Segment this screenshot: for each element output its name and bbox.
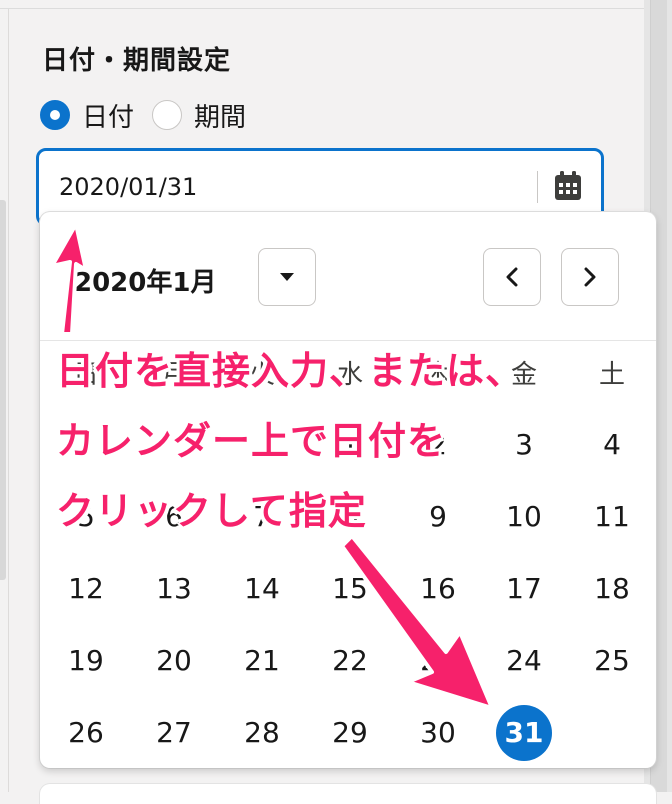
calendar-day[interactable]: 21	[230, 636, 294, 686]
previous-month-button[interactable]	[483, 248, 541, 306]
calendar-day[interactable]: 23	[406, 636, 470, 686]
radio-date-label[interactable]: 日付	[82, 97, 134, 134]
calendar-day[interactable]: 17	[492, 564, 556, 614]
calendar-day[interactable]: 24	[492, 636, 556, 686]
calendar-day[interactable]: 12	[54, 564, 118, 614]
calendar-day[interactable]: 28	[230, 708, 294, 758]
calendar-day[interactable]: 3	[492, 420, 556, 470]
date-input-value[interactable]: 2020/01/31	[59, 173, 197, 201]
calendar-day[interactable]: 16	[406, 564, 470, 614]
annotation-line-1: 日付を直接入力、または、	[56, 349, 525, 393]
calendar-day[interactable]: 27	[142, 708, 206, 758]
annotation-line-3: クリックして指定	[56, 489, 367, 533]
background-card-edge	[0, 200, 6, 580]
calendar-day-selected[interactable]: 31	[496, 705, 552, 761]
next-month-button[interactable]	[561, 248, 619, 306]
calendar-day[interactable]: 20	[142, 636, 206, 686]
calendar-day[interactable]: 26	[54, 708, 118, 758]
calendar-day[interactable]: 11	[580, 492, 644, 542]
annotation-line-2: カレンダー上で日付を	[56, 419, 447, 463]
calendar-day[interactable]: 13	[142, 564, 206, 614]
calendar-day[interactable]: 14	[230, 564, 294, 614]
chevron-left-icon	[506, 267, 518, 287]
calendar-day[interactable]: 15	[318, 564, 382, 614]
chevron-right-icon	[584, 267, 596, 287]
calendar-day[interactable]: 18	[580, 564, 644, 614]
calendar-day[interactable]: 19	[54, 636, 118, 686]
calendar-icon[interactable]	[553, 170, 583, 206]
caret-down-icon	[280, 273, 294, 281]
section-title: 日付・期間設定	[42, 46, 232, 76]
input-divider	[537, 171, 538, 203]
radio-date[interactable]	[40, 100, 70, 130]
mode-radio-group: 日付 期間	[40, 95, 264, 135]
calendar-day[interactable]: 10	[492, 492, 556, 542]
calendar-day[interactable]: 22	[318, 636, 382, 686]
calendar-day[interactable]: 30	[406, 708, 470, 758]
calendar-day[interactable]: 4	[580, 420, 644, 470]
calendar-day[interactable]: 9	[406, 492, 470, 542]
month-picker-button[interactable]	[258, 248, 316, 306]
calendar-day[interactable]: 25	[580, 636, 644, 686]
calendar-day[interactable]: 29	[318, 708, 382, 758]
radio-period[interactable]	[152, 100, 183, 130]
month-year-label: 2020年1月	[74, 268, 217, 298]
weekday-sat: 土	[598, 360, 625, 390]
radio-period-label[interactable]: 期間	[194, 97, 246, 134]
next-section-card	[40, 784, 656, 804]
